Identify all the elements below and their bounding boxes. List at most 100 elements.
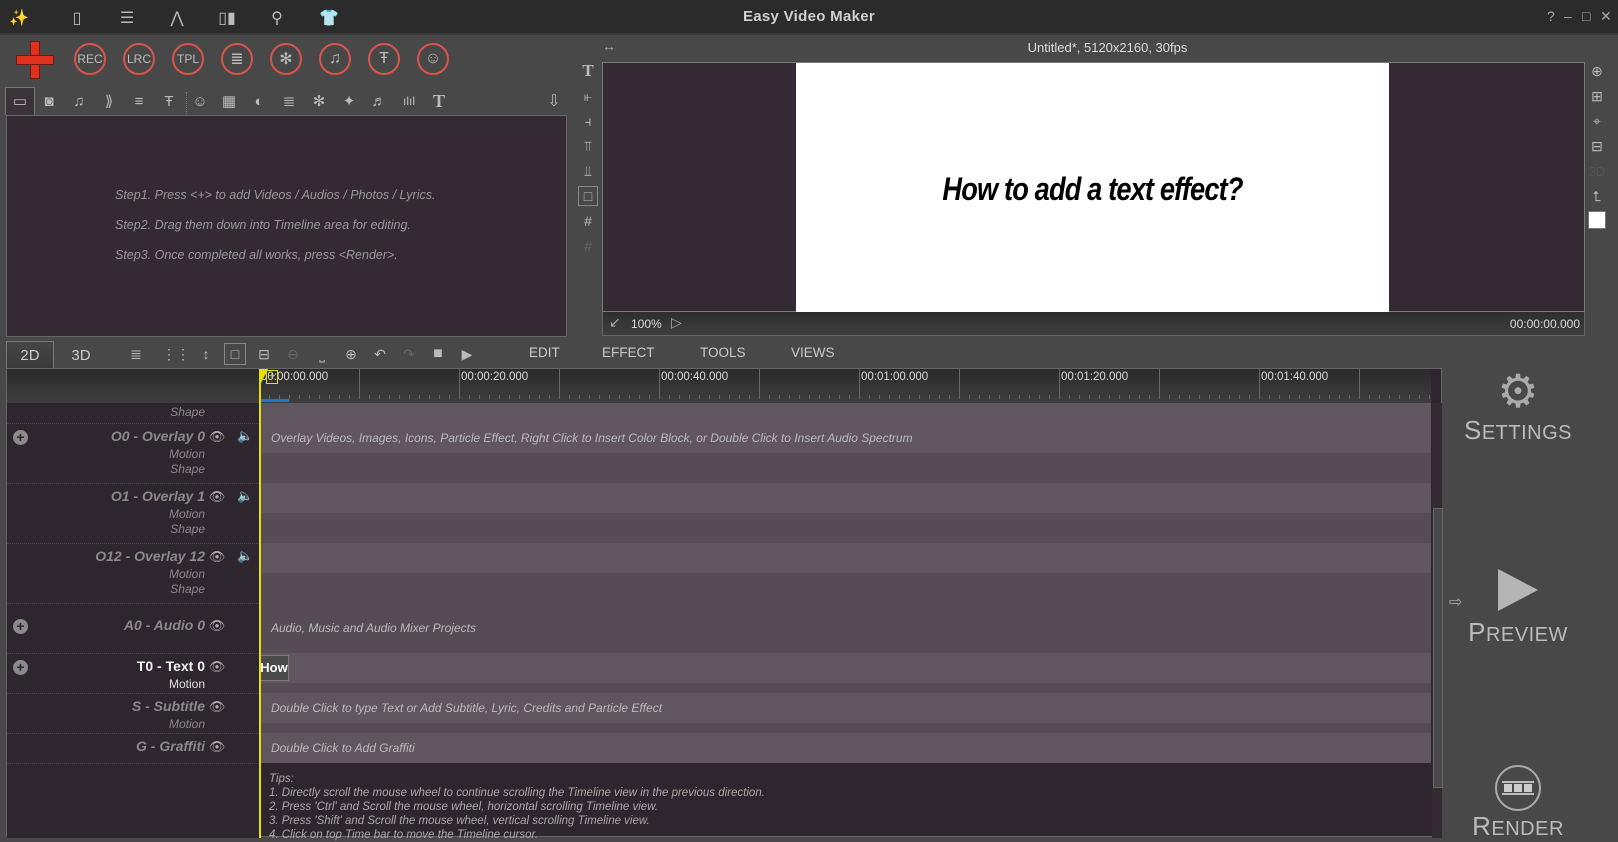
menu-edit[interactable]: EDIT <box>529 345 560 360</box>
track-sub-lane[interactable] <box>259 513 1431 543</box>
timeline-cursor[interactable] <box>259 369 261 838</box>
menu-effect[interactable]: EFFECT <box>602 345 655 360</box>
zoom-in-icon[interactable]: ⊕ <box>340 343 362 365</box>
camera-tab-icon[interactable]: ◙ <box>35 88 63 114</box>
gear-icon: ⚙ <box>1497 365 1539 417</box>
layout-tab-icon[interactable]: ▭ <box>6 88 34 114</box>
center-both-icon[interactable]: ⌖ <box>1587 111 1607 131</box>
puzzle-tab-icon[interactable]: ✦ <box>335 88 363 114</box>
scrollbar-thumb[interactable] <box>1433 508 1443 788</box>
track-list-icon[interactable]: ≣ <box>125 343 147 365</box>
record-button[interactable]: REC <box>74 43 106 75</box>
timeline-panel[interactable]: 00:00:00.000 00:00:20.000 00:00:40.000 00:0… <box>6 368 1443 841</box>
close-button[interactable]: ✕ <box>1600 8 1612 25</box>
media-library-panel[interactable]: Step1. Press <+> to add Videos / Audios … <box>6 115 567 337</box>
track-lanes[interactable]: Overlay Videos, Images, Icons, Particle … <box>7 369 1443 841</box>
user-icon-button[interactable]: ☺ <box>417 43 449 75</box>
ruler-icon[interactable]: ⎵ <box>311 343 333 365</box>
text-tab-icon[interactable]: T <box>425 88 453 114</box>
grid-icon[interactable]: # <box>578 236 598 256</box>
track-lane[interactable]: Double Click to Add Graffiti <box>259 733 1431 763</box>
preview-play-icon <box>1498 569 1538 611</box>
minimize-button[interactable]: – <box>1564 8 1572 24</box>
vertical-scrollbar[interactable] <box>1432 403 1443 838</box>
tab-3d[interactable]: 3D <box>56 341 106 368</box>
track-sub-lane[interactable] <box>259 573 1431 603</box>
safe-frame-icon[interactable]: □ <box>578 186 598 206</box>
canvas-text-effect[interactable]: How to add a text effect? <box>840 171 1344 208</box>
timeline-tip: 1. Directly scroll the mouse wheel to co… <box>269 787 765 799</box>
emoji-tab-icon[interactable]: ☺ <box>186 88 214 114</box>
maximize-button[interactable]: □ <box>1582 8 1590 24</box>
center-horizontal-icon[interactable]: ⊕ <box>1587 61 1607 81</box>
play-preview-icon[interactable]: ▷ <box>671 314 682 331</box>
tab-2d[interactable]: 2D <box>5 341 55 368</box>
track-lane[interactable]: Audio, Music and Audio Mixer Projects <box>259 603 1431 653</box>
menu-tools[interactable]: TOOLS <box>700 345 746 360</box>
align-top-icon[interactable]: ⫪ <box>578 136 598 156</box>
template-button[interactable]: TPL <box>172 43 204 75</box>
split-icon[interactable]: ⊟ <box>253 343 275 365</box>
add-media-button[interactable] <box>16 41 54 79</box>
vertical-resize-icon[interactable]: ↕ <box>195 343 217 365</box>
preview-area[interactable]: How to add a text effect? <box>602 62 1585 312</box>
lyrics-tab-icon[interactable]: ≡ <box>125 88 153 114</box>
align-bottom-icon[interactable]: ⫫ <box>578 161 598 181</box>
filter-tab-icon[interactable]: ◐ <box>245 88 273 114</box>
track-lane[interactable] <box>259 403 1431 423</box>
subtitle-icon-button[interactable]: Ŧ <box>368 43 400 75</box>
text-tool-icon[interactable]: T <box>578 61 598 81</box>
particle-icon-button[interactable]: ✻ <box>270 43 302 75</box>
filmstrip-tab-icon[interactable]: ▦ <box>215 88 243 114</box>
align-right-icon[interactable]: ⫞ <box>578 111 598 131</box>
transition-tab-icon[interactable]: ⟫ <box>95 88 123 114</box>
score-tab-icon[interactable]: ♬ <box>365 88 393 114</box>
stop-icon[interactable]: ■ <box>427 343 449 365</box>
track-sub-lane[interactable] <box>259 723 1431 733</box>
track-sub-lane[interactable] <box>259 683 1431 693</box>
subtitle-tab-icon[interactable]: Ŧ <box>155 88 183 114</box>
zoom-out-icon[interactable]: ⊖ <box>282 343 304 365</box>
grid-fine-icon[interactable]: # <box>578 211 598 231</box>
music-icon-button[interactable]: ♫ <box>319 43 351 75</box>
align-left-icon[interactable]: ⫦ <box>578 86 598 106</box>
safe-frame-toggle-icon[interactable]: □ <box>224 343 246 365</box>
zoom-level[interactable]: 100% <box>631 317 662 331</box>
preview-button[interactable]: PREVIEW <box>1450 566 1586 656</box>
redo-icon[interactable]: ↷ <box>398 343 420 365</box>
render-film-icon <box>1495 765 1541 811</box>
render-button[interactable]: RENDER <box>1450 765 1586 841</box>
swap-icon[interactable]: ⮤ <box>1587 186 1607 206</box>
text-clip[interactable]: How <box>259 655 289 681</box>
shrink-icon[interactable]: ↙ <box>609 314 621 331</box>
3d-icon[interactable]: 3D <box>1587 161 1607 181</box>
download-icon[interactable]: ⇩ <box>540 88 568 114</box>
list-icon-button[interactable]: ≣ <box>221 43 253 75</box>
list-tab-icon[interactable]: ≣ <box>275 88 303 114</box>
track-lane[interactable] <box>259 483 1431 513</box>
help-button[interactable]: ? <box>1547 8 1555 24</box>
background-color-swatch[interactable] <box>1588 211 1606 229</box>
track-lane[interactable]: Double Click to type Text or Add Subtitl… <box>259 693 1431 723</box>
track-sub-lane[interactable] <box>259 453 1431 483</box>
step-2-text: Step2. Drag them down into Timeline area… <box>115 218 411 232</box>
cursor-handle[interactable]: + <box>266 370 278 384</box>
lyrics-button[interactable]: LRC <box>123 43 155 75</box>
grid-view-icon[interactable]: ⋮⋮ <box>162 343 190 365</box>
layout-grid-icon[interactable]: ⊟ <box>1587 136 1607 156</box>
music-tab-icon[interactable]: ♫ <box>65 88 93 114</box>
spectrum-tab-icon[interactable]: ılıl <box>395 88 423 114</box>
video-canvas[interactable]: How to add a text effect? <box>796 63 1389 312</box>
menu-views[interactable]: VIEWS <box>791 345 835 360</box>
preview-status-bar: ↙ 100% ▷ 00:00:00.000 <box>602 312 1585 336</box>
undo-icon[interactable]: ↶ <box>369 343 391 365</box>
distribute-icon[interactable]: ⊞ <box>1587 86 1607 106</box>
settings-button[interactable]: ⚙ SETTINGS <box>1450 367 1586 457</box>
particle-tab-icon[interactable]: ✻ <box>305 88 333 114</box>
track-lane[interactable] <box>259 543 1431 573</box>
lane-hint-text: Audio, Music and Audio Mixer Projects <box>271 621 476 635</box>
track-lane[interactable]: How <box>259 653 1431 683</box>
play-icon[interactable]: ▶ <box>456 343 478 365</box>
track-lane[interactable]: Overlay Videos, Images, Icons, Particle … <box>259 423 1431 453</box>
project-info: Untitled*, 5120x2160, 30fps <box>1027 40 1188 55</box>
